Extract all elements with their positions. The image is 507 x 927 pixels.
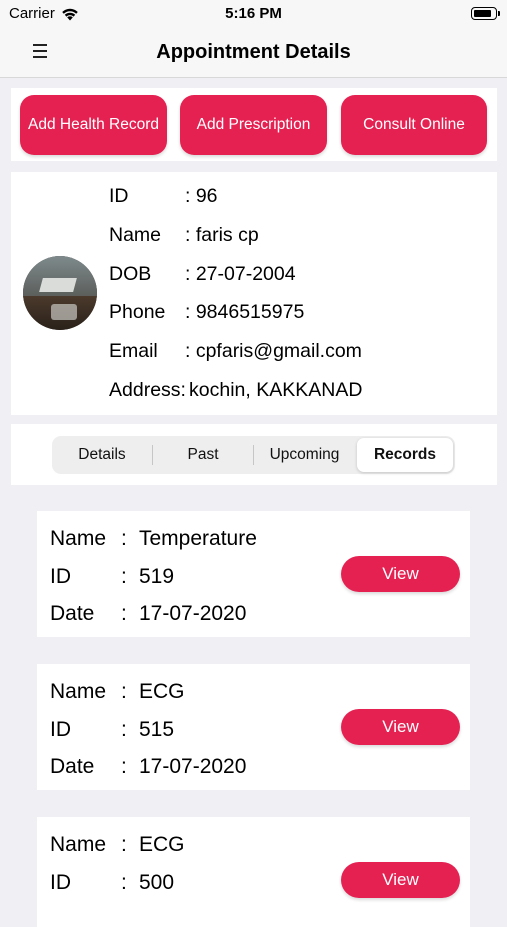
tab-upcoming[interactable]: Upcoming [254, 438, 355, 472]
segmented-control: Details Past Upcoming Records [52, 436, 455, 474]
status-bar: Carrier 5:16 PM [0, 0, 507, 28]
record-id-label: ID [50, 718, 71, 741]
tab-details[interactable]: Details [52, 438, 152, 472]
tabs-panel: Details Past Upcoming Records [11, 424, 497, 485]
add-prescription-button[interactable]: Add Prescription [180, 95, 327, 155]
patient-dob-label: DOB [109, 263, 152, 285]
battery-level [474, 10, 491, 17]
view-record-button[interactable]: View [341, 709, 460, 745]
record-date-label: Date [50, 602, 95, 625]
page-title: Appointment Details [156, 41, 351, 63]
record-date-value: 17-07-2020 [139, 602, 247, 625]
patient-id-value: : 96 [185, 185, 218, 207]
record-card: Name : Temperature ID : 519 Date : 17-07… [37, 511, 470, 637]
patient-phone-label: Phone [109, 301, 166, 323]
patient-name-value: : faris cp [185, 224, 259, 246]
record-card: Name : ECG ID : 500 View [37, 817, 470, 927]
record-card: Name : ECG ID : 515 Date : 17-07-2020 Vi… [37, 664, 470, 790]
patient-id-label: ID [109, 185, 129, 207]
record-id-label: ID [50, 565, 71, 588]
avatar [23, 256, 97, 330]
patient-profile-card: ID : 96 Name : faris cp DOB : 27-07-2004… [11, 172, 497, 415]
tab-records[interactable]: Records [357, 438, 453, 472]
record-name-value: ECG [139, 680, 185, 703]
patient-address-label: Address: [109, 379, 186, 401]
view-record-button[interactable]: View [341, 556, 460, 592]
patient-address-value: kochin, KAKKANAD [189, 379, 363, 401]
record-name-label: Name [50, 833, 107, 856]
record-date-label: Date [50, 755, 95, 778]
patient-email-label: Email [109, 340, 158, 362]
tab-past[interactable]: Past [153, 438, 253, 472]
record-name-label: Name [50, 680, 107, 703]
consult-online-button[interactable]: Consult Online [341, 95, 487, 155]
view-record-button[interactable]: View [341, 862, 460, 898]
record-name-label: Name [50, 527, 107, 550]
patient-email-value: : cpfaris@gmail.com [185, 340, 362, 362]
status-time: 5:16 PM [225, 5, 282, 22]
record-name-value: ECG [139, 833, 185, 856]
navigation-bar: Appointment Details [0, 28, 507, 78]
record-id-value: 515 [139, 718, 175, 741]
patient-phone-value: : 9846515975 [185, 301, 305, 323]
record-date-value: 17-07-2020 [139, 755, 247, 778]
actions-panel: Add Health Record Add Prescription Consu… [11, 88, 497, 161]
add-health-record-button[interactable]: Add Health Record [20, 95, 167, 155]
record-id-value: 500 [139, 871, 175, 894]
battery-icon [471, 7, 500, 20]
patient-name-label: Name [109, 224, 162, 246]
record-id-value: 519 [139, 565, 175, 588]
record-name-value: Temperature [139, 527, 257, 550]
patient-dob-value: : 27-07-2004 [185, 263, 296, 285]
record-id-label: ID [50, 871, 71, 894]
